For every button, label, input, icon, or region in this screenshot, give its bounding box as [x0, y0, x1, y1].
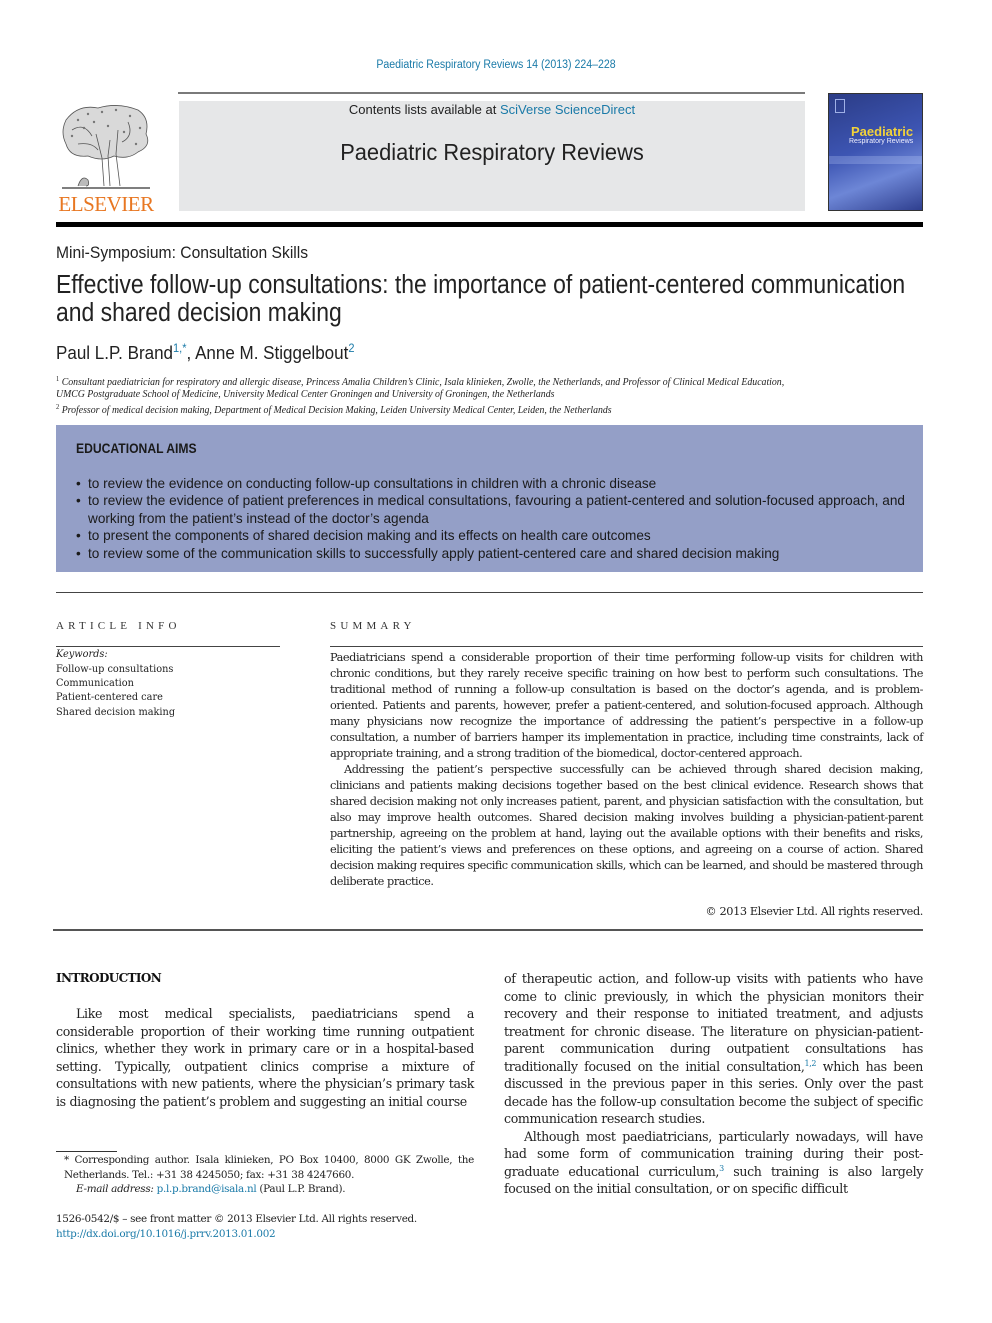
intro-paragraph: Although most paediatricians, particular… [504, 1128, 923, 1198]
journal-header-box: Contents lists available at SciVerse Sci… [179, 101, 805, 211]
article-info-heading: ARTICLE INFO [56, 620, 181, 632]
header-thick-rule [56, 222, 923, 227]
keyword: Patient-centered care [56, 691, 163, 704]
footnote-rule [56, 1151, 117, 1152]
issn-line: 1526-0542/$ – see front matter © 2013 El… [56, 1213, 417, 1225]
aim-item: to review the evidence of patient prefer… [76, 492, 905, 527]
author-name[interactable]: Anne M. Stiggelbout [195, 342, 348, 363]
corresponding-author-footnote: * Corresponding author. Isala klinieken,… [56, 1153, 474, 1197]
article-info-divider [56, 646, 280, 647]
copyright-notice: © 2013 Elsevier Ltd. All rights reserved… [705, 905, 923, 918]
affiliation-text: Consultant paediatrician for respiratory… [61, 377, 785, 388]
journal-cover-image[interactable]: Paediatric Respiratory Reviews [828, 93, 923, 211]
summary-paragraph: Addressing the patient’s perspective suc… [330, 763, 923, 888]
sciencedirect-link[interactable]: SciVerse ScienceDirect [500, 102, 635, 117]
author-list: Paul L.P. Brand1,*, Anne M. Stiggelbout2 [56, 341, 354, 364]
elsevier-logo[interactable]: ELSEVIER [54, 100, 158, 216]
keyword: Communication [56, 677, 134, 690]
keyword: Follow-up consultations [56, 663, 174, 675]
front-matter: 1526-0542/$ – see front matter © 2013 El… [56, 1212, 417, 1242]
intro-paragraph: of therapeutic action, and follow-up vis… [504, 970, 923, 1128]
cover-publisher-badge [835, 99, 845, 113]
doi-link[interactable]: http://dx.doi.org/10.1016/j.prrv.2013.01… [56, 1227, 417, 1242]
summary-body: Paediatricians spend a considerable prop… [330, 650, 923, 890]
journal-title: Paediatric Respiratory Reviews [340, 139, 644, 165]
elsevier-tree-icon [62, 105, 150, 189]
aims-list: to review the evidence on conducting fol… [76, 475, 905, 562]
contents-line: Contents lists available at SciVerse Sci… [179, 102, 805, 117]
elsevier-wordmark: ELSEVIER [58, 192, 154, 216]
email-owner: (Paul L.P. Brand). [256, 1183, 346, 1195]
contents-prefix: Contents lists available at [348, 102, 500, 117]
affiliation-marker: 2 [56, 403, 60, 411]
aim-item: to present the components of shared deci… [76, 527, 905, 545]
summary-heading: SUMMARY [330, 620, 416, 632]
keyword: Shared decision making [56, 705, 176, 718]
cover-stripe [829, 156, 922, 164]
author-name[interactable]: Paul L.P. Brand [56, 342, 173, 363]
abstract-bottom-rule [53, 929, 923, 931]
affiliation-marker: 1 [56, 375, 60, 383]
cover-subtitle: Respiratory Reviews [849, 138, 914, 145]
section-divider [56, 592, 923, 593]
aims-heading: EDUCATIONAL AIMS [76, 441, 197, 456]
email-label: E-mail address: [76, 1183, 154, 1195]
header-divider [178, 92, 805, 94]
educational-aims-box: EDUCATIONAL AIMS to review the evidence … [56, 425, 923, 572]
aim-item: to review some of the communication skil… [76, 545, 905, 563]
email-line: E-mail address: p.l.p.brand@isala.nl (Pa… [56, 1182, 474, 1197]
summary-divider [330, 646, 923, 647]
introduction-heading: INTRODUCTION [56, 971, 162, 985]
affiliation-1-continued: UMCG Postgraduate School of Medicine, Un… [56, 389, 555, 400]
summary-paragraph: Paediatricians spend a considerable prop… [330, 651, 923, 760]
corresponding-author-text: * Corresponding author. Isala klinieken,… [64, 1154, 474, 1181]
author-separator: , [186, 342, 196, 363]
intro-paragraph-left: Like most medical specialists, paediatri… [56, 1006, 474, 1109]
affiliation-1: 1 Consultant paediatrician for respirato… [56, 375, 784, 388]
affiliation-text: Professor of medical decision making, De… [61, 405, 612, 416]
author-affiliation-ref[interactable]: 2 [348, 341, 354, 355]
section-label: Mini-Symposium: Consultation Skills [56, 243, 309, 262]
email-link[interactable]: p.l.p.brand@isala.nl [157, 1183, 257, 1195]
affiliation-2: 2 Professor of medical decision making, … [56, 403, 612, 416]
author-affiliation-ref[interactable]: 1,* [173, 341, 187, 355]
citation-link[interactable]: 1,2 [805, 1059, 817, 1068]
cover-title: Paediatric [851, 124, 914, 139]
article-title: Effective follow-up consultations: the i… [56, 271, 906, 327]
keywords-list: Follow-up consultations Communication Pa… [56, 662, 175, 719]
aim-item: to review the evidence on conducting fol… [76, 475, 905, 493]
journal-citation-link[interactable]: Paediatric Respiratory Reviews 14 (2013)… [40, 59, 953, 71]
intro-column-right: of therapeutic action, and follow-up vis… [504, 970, 923, 1198]
keywords-label: Keywords: [56, 648, 108, 660]
